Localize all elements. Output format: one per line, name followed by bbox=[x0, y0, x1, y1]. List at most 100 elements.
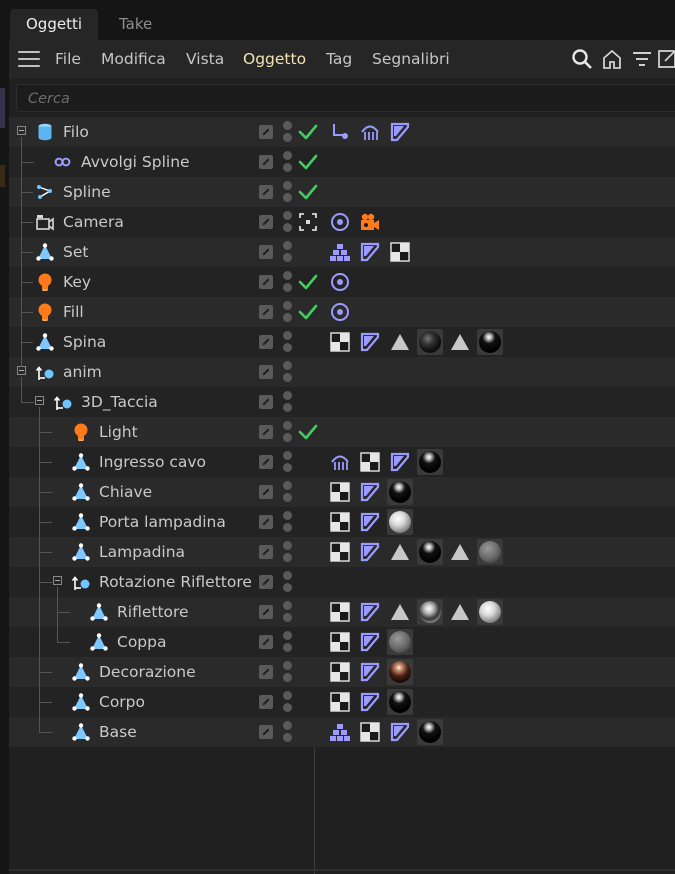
collapse-toggle-icon[interactable] bbox=[17, 126, 26, 135]
object-name[interactable]: Camera bbox=[63, 207, 124, 237]
layer-edit-icon[interactable] bbox=[259, 605, 273, 619]
enabled-check-icon[interactable] bbox=[297, 301, 319, 323]
new-window-icon[interactable] bbox=[657, 48, 675, 70]
checker-tag-icon[interactable] bbox=[329, 691, 351, 713]
layer-edit-icon[interactable] bbox=[259, 515, 273, 529]
enabled-check-icon[interactable] bbox=[297, 271, 319, 293]
visibility-dots-icon[interactable] bbox=[283, 421, 293, 443]
selection-tag-icon[interactable] bbox=[449, 601, 471, 623]
object-row[interactable]: Avvolgi Spline bbox=[9, 147, 675, 177]
visibility-dots-icon[interactable] bbox=[283, 721, 293, 743]
object-row[interactable]: Set bbox=[9, 237, 675, 267]
layer-edit-icon[interactable] bbox=[259, 335, 273, 349]
object-name[interactable]: Spina bbox=[63, 327, 106, 357]
selection-tag-icon[interactable] bbox=[389, 601, 411, 623]
object-row[interactable]: Base bbox=[9, 717, 675, 747]
menu-oggetto[interactable]: Oggetto bbox=[243, 40, 306, 78]
layer-edit-icon[interactable] bbox=[259, 455, 273, 469]
object-name[interactable]: Decorazione bbox=[99, 657, 196, 687]
material-black-gloss-tag[interactable] bbox=[387, 689, 413, 715]
camera-tag-icon[interactable] bbox=[359, 211, 381, 233]
object-name[interactable]: Light bbox=[99, 417, 138, 447]
layer-edit-icon[interactable] bbox=[259, 245, 273, 259]
layer-edit-icon[interactable] bbox=[259, 125, 273, 139]
object-name[interactable]: Corpo bbox=[99, 687, 145, 717]
material-white-tag[interactable] bbox=[477, 599, 503, 625]
visibility-dots-icon[interactable] bbox=[283, 391, 293, 413]
object-row[interactable]: Riflettore bbox=[9, 597, 675, 627]
visibility-dots-icon[interactable] bbox=[283, 241, 293, 263]
selection-tag-icon[interactable] bbox=[449, 541, 471, 563]
object-name[interactable]: Set bbox=[63, 237, 88, 267]
object-name[interactable]: Rotazione Riflettore bbox=[99, 567, 252, 597]
visibility-dots-icon[interactable] bbox=[283, 511, 293, 533]
layer-edit-icon[interactable] bbox=[259, 155, 273, 169]
selection-tag-icon[interactable] bbox=[389, 541, 411, 563]
object-name[interactable]: Key bbox=[63, 267, 91, 297]
menu-segnalibri[interactable]: Segnalibri bbox=[372, 40, 450, 78]
texture-tag-icon[interactable] bbox=[389, 721, 411, 743]
object-row[interactable]: Porta lampadina bbox=[9, 507, 675, 537]
tab-oggetti[interactable]: Oggetti bbox=[10, 9, 99, 40]
menu-vista[interactable]: Vista bbox=[186, 40, 224, 78]
layer-edit-icon[interactable] bbox=[259, 695, 273, 709]
material-grey-noise-tag[interactable] bbox=[477, 539, 503, 565]
layer-edit-icon[interactable] bbox=[259, 725, 273, 739]
layer-edit-icon[interactable] bbox=[259, 185, 273, 199]
material-chrome-tag[interactable] bbox=[417, 599, 443, 625]
layer-edit-icon[interactable] bbox=[259, 425, 273, 439]
checker-tag-icon[interactable] bbox=[329, 541, 351, 563]
visibility-dots-icon[interactable] bbox=[283, 571, 293, 593]
hair-tag-icon[interactable] bbox=[359, 121, 381, 143]
visibility-dots-icon[interactable] bbox=[283, 481, 293, 503]
enabled-check-icon[interactable] bbox=[297, 121, 319, 143]
checker-tag-icon[interactable] bbox=[329, 631, 351, 653]
object-row[interactable]: Coppa bbox=[9, 627, 675, 657]
checker-tag-icon[interactable] bbox=[329, 601, 351, 623]
visibility-dots-icon[interactable] bbox=[283, 331, 293, 353]
enabled-check-icon[interactable] bbox=[297, 421, 319, 443]
target-tag-icon[interactable] bbox=[329, 271, 351, 293]
checker-tag-icon[interactable] bbox=[359, 451, 381, 473]
menu-file[interactable]: File bbox=[55, 40, 81, 78]
enabled-check-icon[interactable] bbox=[297, 151, 319, 173]
visibility-dots-icon[interactable] bbox=[283, 301, 293, 323]
visibility-dots-icon[interactable] bbox=[283, 181, 293, 203]
texture-tag-icon[interactable] bbox=[359, 691, 381, 713]
menu-tag[interactable]: Tag bbox=[326, 40, 352, 78]
object-row[interactable]: Ingresso cavo bbox=[9, 447, 675, 477]
visibility-dots-icon[interactable] bbox=[283, 661, 293, 683]
object-name[interactable]: anim bbox=[63, 357, 102, 387]
pyramid-tag-icon[interactable] bbox=[329, 241, 351, 263]
layer-edit-icon[interactable] bbox=[259, 575, 273, 589]
menu-modifica[interactable]: Modifica bbox=[101, 40, 166, 78]
object-name[interactable]: Porta lampadina bbox=[99, 507, 226, 537]
texture-tag-icon[interactable] bbox=[359, 661, 381, 683]
object-row[interactable]: Rotazione Riflettore bbox=[9, 567, 675, 597]
checker-tag-icon[interactable] bbox=[329, 661, 351, 683]
hamburger-menu-icon[interactable] bbox=[18, 51, 40, 67]
object-name[interactable]: 3D_Taccia bbox=[81, 387, 158, 417]
visibility-dots-icon[interactable] bbox=[283, 271, 293, 293]
object-row[interactable]: Camera bbox=[9, 207, 675, 237]
layer-edit-icon[interactable] bbox=[259, 215, 273, 229]
material-black-gloss-tag[interactable] bbox=[477, 329, 503, 355]
spline-ik-icon[interactable] bbox=[329, 121, 351, 143]
texture-tag-icon[interactable] bbox=[359, 541, 381, 563]
layer-edit-icon[interactable] bbox=[259, 665, 273, 679]
layer-edit-icon[interactable] bbox=[259, 635, 273, 649]
material-white-tag[interactable] bbox=[387, 509, 413, 535]
texture-tag-icon[interactable] bbox=[359, 601, 381, 623]
texture-tag-icon[interactable] bbox=[389, 451, 411, 473]
visibility-dots-icon[interactable] bbox=[283, 631, 293, 653]
checker-tag-icon[interactable] bbox=[329, 511, 351, 533]
layer-edit-icon[interactable] bbox=[259, 365, 273, 379]
layer-edit-icon[interactable] bbox=[259, 305, 273, 319]
object-name[interactable]: Chiave bbox=[99, 477, 152, 507]
texture-tag-icon[interactable] bbox=[359, 241, 381, 263]
object-name[interactable]: Coppa bbox=[117, 627, 166, 657]
object-row[interactable]: Fill bbox=[9, 297, 675, 327]
object-row[interactable]: Spline bbox=[9, 177, 675, 207]
pyramid-tag-icon[interactable] bbox=[329, 721, 351, 743]
checker-tag-icon[interactable] bbox=[329, 481, 351, 503]
